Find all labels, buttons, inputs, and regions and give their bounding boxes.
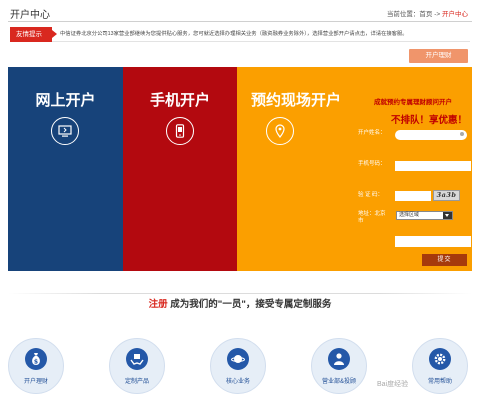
- register-invite: 注册 成为我们的"一员"，接受专属定制服务: [0, 296, 480, 310]
- phone-label: 手机号码：: [358, 161, 386, 167]
- area-select-value: 选择区域: [399, 212, 420, 218]
- service-label: 核心业务: [225, 379, 250, 385]
- mobile-phone-icon: [166, 117, 194, 145]
- page-header: 开户中心 当前位置：首页 -> 开户中心: [0, 0, 480, 22]
- area-label: 地址：北京市: [358, 211, 386, 224]
- appointment-slogan: 不排队！享优惠！: [390, 115, 467, 126]
- area-select[interactable]: 选择区域: [396, 211, 453, 220]
- account-banner: 网上开户 手机开户 预约现场开户 成就预约专属理财顾问开户 不排队！享优惠！ 开…: [8, 67, 472, 271]
- mobile-account-panel[interactable]: 手机开户: [123, 67, 237, 271]
- online-account-button[interactable]: 开户理财: [409, 49, 468, 63]
- address-input[interactable]: [395, 236, 471, 247]
- watermark: Bai度经验: [377, 381, 409, 388]
- captcha-label: 验 证 码：: [358, 192, 384, 198]
- onsite-account-panel: 预约现场开户 成就预约专属理财顾问开户 不排队！享优惠！ 开户姓名： 手机号码：…: [237, 67, 472, 271]
- header-divider: [8, 21, 472, 22]
- money-bag-icon: $: [25, 348, 47, 370]
- breadcrumb-separator: ->: [432, 11, 442, 18]
- gear-icon: [429, 348, 451, 370]
- breadcrumb: 当前位置：首页 -> 开户中心: [387, 8, 468, 18]
- service-label: 定制产品: [124, 379, 149, 385]
- location-pin-icon: [266, 117, 294, 145]
- submit-button[interactable]: 提交: [422, 254, 467, 266]
- breadcrumb-home-link[interactable]: 首页: [419, 11, 432, 18]
- appointment-form-title: 成就预约专属理财顾问开户: [374, 99, 452, 106]
- service-open-account[interactable]: $ 开户理财: [8, 338, 64, 394]
- computer-icon: [51, 117, 79, 145]
- phone-input[interactable]: [395, 161, 471, 171]
- advisor-icon: [328, 348, 350, 370]
- service-label: 营业部&投顾: [321, 379, 356, 385]
- section-divider: [8, 293, 472, 294]
- planet-icon: [227, 348, 249, 370]
- service-help[interactable]: 常用帮助: [412, 338, 468, 394]
- notice-tag: 友情提示: [10, 27, 57, 42]
- input-indicator-icon: [460, 132, 464, 136]
- breadcrumb-current: 开户中心: [442, 11, 468, 18]
- name-input[interactable]: [395, 130, 467, 140]
- captcha-image[interactable]: 3a3b: [433, 190, 460, 201]
- online-account-heading: 网上开户: [35, 92, 96, 109]
- service-label: 开户理财: [23, 379, 48, 385]
- service-custom-products[interactable]: 定制产品: [109, 338, 165, 394]
- onsite-account-heading: 预约现场开户: [250, 92, 341, 109]
- mobile-account-heading: 手机开户: [149, 92, 210, 109]
- breadcrumb-prefix: 当前位置：: [386, 11, 420, 18]
- notice-bar: 友情提示 中信证券北京分公司13家营业部继续为您提供贴心服务，您可就近选择办理相…: [10, 27, 470, 42]
- service-branch-advisor[interactable]: 营业部&投顾: [311, 338, 367, 394]
- hands-gift-icon: [126, 348, 148, 370]
- captcha-input[interactable]: [395, 191, 431, 201]
- register-invite-text: 成为我们的"一员"，接受专属定制服务: [167, 299, 332, 310]
- name-label: 开户姓名：: [358, 130, 386, 136]
- service-label: 常用帮助: [427, 379, 452, 385]
- register-link[interactable]: 注册: [149, 299, 168, 310]
- chevron-down-icon: [443, 212, 452, 219]
- page-title: 开户中心: [10, 10, 50, 21]
- service-core-business[interactable]: 核心业务: [210, 338, 266, 394]
- notice-text: 中信证券北京分公司13家营业部继续为您提供贴心服务，您可就近选择办理相关业务（融…: [60, 31, 408, 37]
- svg-text:$: $: [34, 358, 38, 365]
- online-account-panel[interactable]: 网上开户: [8, 67, 123, 271]
